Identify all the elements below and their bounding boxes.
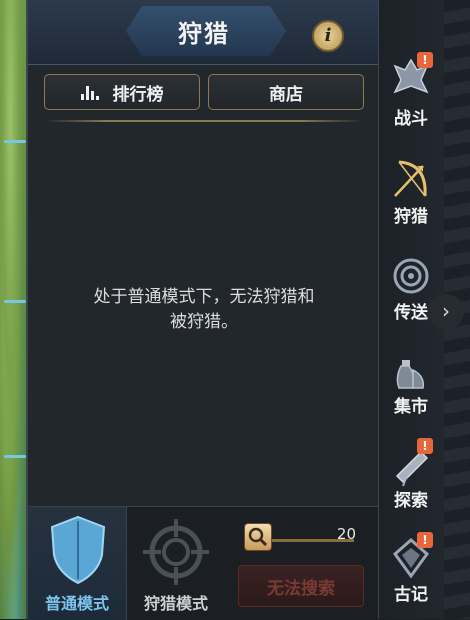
map-river [4, 300, 26, 303]
bar-chart-icon [80, 84, 99, 100]
sidebar-item-market[interactable]: 集市 [379, 346, 443, 436]
divider [44, 120, 364, 122]
ranking-button-label: 排行榜 [112, 84, 164, 105]
hunt-panel: 狩猎 i 排行榜 商店 处于普通模式下，无法狩猎和 被狩猎。 普通模式 狩猎模式… [26, 0, 380, 620]
search-count: 20 [336, 525, 356, 543]
magnify-icon [244, 523, 272, 551]
normal-mode-button[interactable]: 普通模式 [28, 507, 127, 620]
sidebar-item-label: 集市 [394, 397, 428, 417]
bow-icon [394, 160, 427, 197]
sidebar-item-label: 狩猎 [394, 207, 428, 227]
shop-button-label: 商店 [269, 84, 303, 105]
mode-bar: 普通模式 狩猎模式 20 无法搜索 [28, 506, 380, 620]
search-button[interactable]: 无法搜索 [238, 565, 364, 607]
normal-mode-label: 普通模式 [44, 594, 109, 613]
map-background-strip [0, 0, 26, 619]
shield-icon [50, 515, 106, 585]
sidebar-item-hunt[interactable]: 狩猎 [379, 150, 443, 240]
search-counter: 20 [244, 523, 356, 551]
sidebar-item-label: 探索 [394, 491, 428, 511]
sidebar-item-label: 古记 [394, 585, 428, 605]
ranking-button[interactable]: 排行榜 [44, 74, 200, 110]
sidebar-item-explore[interactable]: ! 探索 [379, 436, 443, 526]
sidebar-item-ancient-records[interactable]: ! 古记 [379, 530, 443, 620]
alert-badge: ! [417, 52, 433, 68]
hunt-mode-label: 狩猎模式 [143, 594, 208, 613]
status-message: 处于普通模式下，无法狩猎和 被狩猎。 [52, 285, 356, 335]
status-message-line: 处于普通模式下，无法狩猎和 [93, 287, 315, 307]
hunt-mode-button[interactable]: 狩猎模式 [127, 507, 225, 620]
chevron-right-icon[interactable]: › [428, 294, 464, 330]
map-river [4, 455, 26, 458]
sidebar-item-label: 战斗 [394, 109, 428, 129]
sidebar-item-battle[interactable]: ! 战斗 [379, 50, 443, 140]
crosshair-icon [143, 519, 209, 585]
shop-button[interactable]: 商店 [208, 74, 364, 110]
map-river [4, 140, 26, 143]
status-message-line: 被狩猎。 [170, 312, 238, 332]
info-icon[interactable]: i [312, 20, 344, 52]
title-bar: 狩猎 i [28, 0, 380, 65]
portal-icon [393, 258, 429, 294]
alert-badge: ! [417, 438, 433, 454]
alert-badge: ! [417, 532, 433, 548]
